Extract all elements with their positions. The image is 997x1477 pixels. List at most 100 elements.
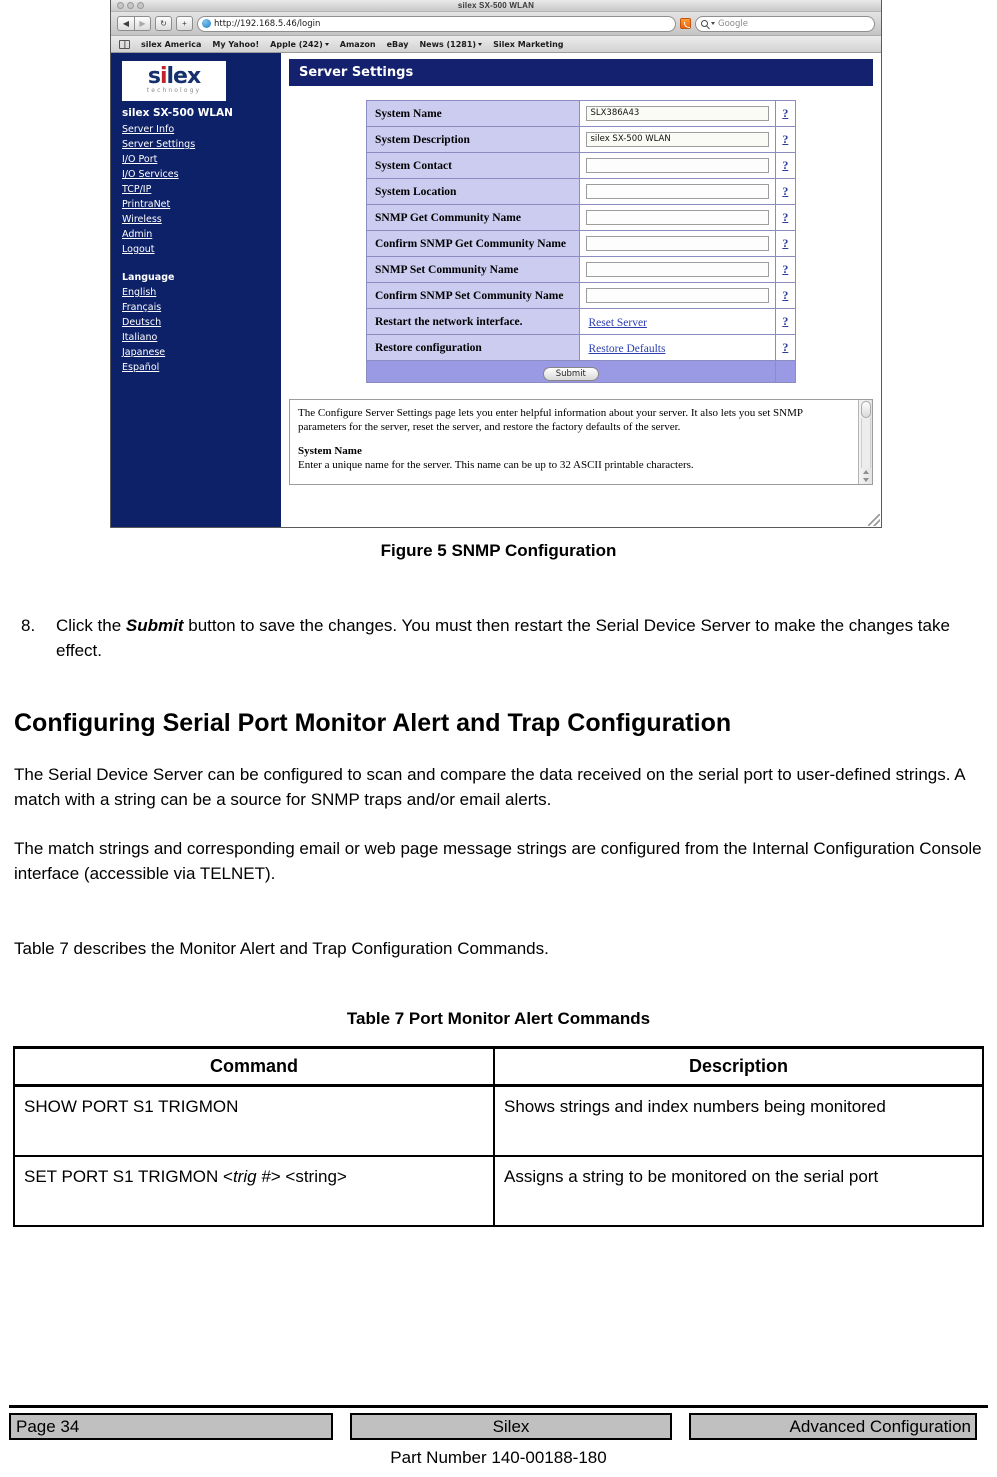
sidebar-item-admin[interactable]: Admin [122,227,152,242]
sidebar-item-wireless[interactable]: Wireless [122,212,162,227]
back-arrow-icon[interactable]: ◀ [117,16,134,31]
footer-company: Silex [350,1413,672,1440]
address-bar[interactable]: http://192.168.5.46/login [197,15,676,32]
table-row: System Contact ? [365,152,797,179]
bookmark-label: Amazon [339,39,376,49]
sidebar-language-english[interactable]: English [122,285,156,300]
sidebar-language-italiano[interactable]: Italiano [122,330,157,345]
field-value-cell[interactable] [579,178,776,205]
column-header-command: Command [14,1047,495,1087]
help-icon[interactable]: ? [774,126,797,153]
sidebar-language-espanol[interactable]: Español [122,360,159,375]
scrollbar-track[interactable] [860,418,871,468]
help-icon[interactable]: ? [774,152,797,179]
help-icon[interactable]: ? [774,100,797,127]
rss-icon[interactable] [680,18,691,29]
step-text: Click the Submit button to save the chan… [56,613,983,663]
help-icon[interactable]: ? [774,230,797,257]
field-label: Restart the network interface. [365,308,581,335]
restore-defaults-link[interactable]: Restore Defaults [586,343,665,355]
document-text: 8. Click the Submit button to save the c… [0,613,997,961]
bookmark-item[interactable]: eBay [387,40,409,49]
command-text-italic: trig # [232,1167,271,1186]
sidebar-language-japanese[interactable]: Japanese [122,345,165,360]
search-input[interactable]: Google [695,15,875,32]
server-settings-form: System Name SLX386A43 ? System Descripti… [365,100,797,383]
command-text: SHOW PORT S1 TRIGMON [24,1097,239,1116]
submit-button[interactable]: Submit [542,366,599,381]
add-bookmark-button[interactable]: + [176,16,193,31]
help-text: The Configure Server Settings page lets … [290,400,858,484]
bookmark-item[interactable]: My Yahoo! [212,40,259,49]
bookmark-item[interactable]: Silex Marketing [493,40,563,49]
help-paragraph: The Configure Server Settings page lets … [298,407,803,433]
browser-title-bar: silex SX-500 WLAN [111,0,881,12]
submit-cell[interactable]: Submit [366,360,776,383]
system-contact-input[interactable] [586,158,769,173]
logo-part-i: i [159,64,167,89]
reset-server-link[interactable]: Reset Server [586,317,646,329]
bookmark-item[interactable]: silex America [141,40,201,49]
reload-button[interactable]: ↻ [155,16,172,31]
table-row: Restart the network interface. Reset Ser… [365,308,797,335]
sidebar-item-printranet[interactable]: PrintraNet [122,197,170,212]
field-value-cell[interactable]: SLX386A43 [579,100,776,127]
help-scrollbar[interactable] [858,400,872,484]
footer-part-number: Part Number 140-00188-180 [390,1448,607,1467]
page-title: Server Settings [289,59,873,86]
rss-area[interactable] [680,18,691,29]
bookmark-item[interactable]: News (1281) [419,40,483,49]
confirm-snmp-get-community-input[interactable] [586,236,769,251]
snmp-get-community-input[interactable] [586,210,769,225]
cell-description: Assigns a string to be monitored on the … [504,1167,879,1186]
chevron-down-icon[interactable] [711,22,715,25]
sidebar-language-heading: Language [122,272,175,283]
help-icon[interactable]: ? [774,204,797,231]
help-icon[interactable]: ? [774,256,797,283]
help-icon[interactable]: ? [774,282,797,309]
sidebar-language-deutsch[interactable]: Deutsch [122,315,161,330]
document-body: Figure 5 SNMP Configuration 8. Click the… [0,528,997,1227]
field-value-cell[interactable] [579,282,776,309]
help-icon[interactable]: ? [774,334,797,361]
sidebar-item-server-settings[interactable]: Server Settings [122,137,195,152]
sidebar-item-io-port[interactable]: I/O Port [122,152,157,167]
help-icon[interactable]: ? [774,308,797,335]
system-name-input[interactable]: SLX386A43 [586,106,769,121]
field-value-cell[interactable] [579,152,776,179]
system-description-input[interactable]: silex SX-500 WLAN [586,132,769,147]
navigation-buttons[interactable]: ◀ ▶ [117,16,151,31]
sidebar-item-io-services[interactable]: I/O Services [122,167,179,182]
bookmarks-book-icon[interactable] [119,39,130,49]
help-icon[interactable]: ? [774,178,797,205]
bookmark-label: eBay [386,39,409,49]
scroll-down-icon[interactable] [862,478,869,482]
system-location-input[interactable] [586,184,769,199]
field-value-cell[interactable]: silex SX-500 WLAN [579,126,776,153]
field-value-cell[interactable]: Restore Defaults [579,334,776,361]
field-value-cell[interactable] [579,204,776,231]
confirm-snmp-set-community-input[interactable] [586,288,769,303]
scrollbar-thumb[interactable] [860,401,871,418]
table-row: Confirm SNMP Get Community Name ? [365,230,797,257]
bookmark-item[interactable]: Amazon [340,40,376,49]
scroll-up-icon[interactable] [862,470,869,474]
field-value-cell[interactable]: Reset Server [579,308,776,335]
field-label: SNMP Set Community Name [365,256,581,283]
snmp-set-community-input[interactable] [586,262,769,277]
sidebar-item-tcp-ip[interactable]: TCP/IP [122,182,151,197]
step-number: 8. [21,616,36,635]
field-value-cell[interactable] [579,256,776,283]
bookmark-item[interactable]: Apple (242) [270,40,329,49]
bookmark-label: silex America [141,39,202,49]
sidebar-item-server-info[interactable]: Server Info [122,122,174,137]
table-caption: Table 7 Port Monitor Alert Commands [346,1009,651,1028]
footer-page-number: Page 34 [9,1413,333,1440]
sidebar-language-francais[interactable]: Français [122,300,161,315]
page-footer: Page 34 Silex Advanced Configuration Par… [0,1405,997,1477]
field-value-cell[interactable] [579,230,776,257]
sidebar-item-logout[interactable]: Logout [122,242,155,257]
table-row: System Location ? [365,178,797,205]
forward-arrow-icon[interactable]: ▶ [134,16,151,31]
window-resize-handle[interactable] [868,514,880,526]
